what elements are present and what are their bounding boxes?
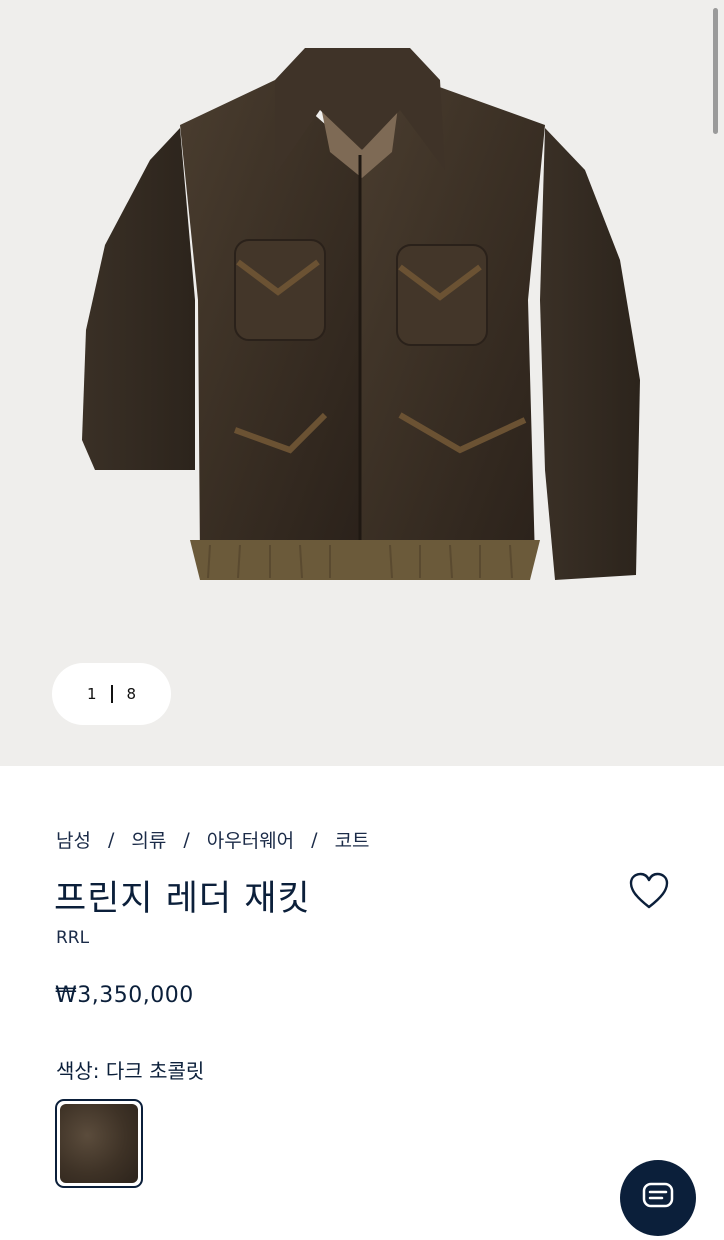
pager-current: 1 [86,685,97,703]
breadcrumb-item-coats[interactable]: 코트 [335,826,370,853]
breadcrumb: 남성 / 의류 / 아우터웨어 / 코트 [56,826,370,853]
swatch-leather-texture [60,1104,138,1183]
chat-button[interactable] [620,1160,696,1236]
product-image-gallery[interactable]: 1 8 [0,0,724,766]
color-swatch-dark-chocolate[interactable] [55,1099,143,1188]
breadcrumb-separator: / [107,828,115,851]
pager-total: 8 [126,685,137,703]
chat-icon [642,1182,674,1208]
breadcrumb-item-outerwear[interactable]: 아우터웨어 [207,826,294,853]
breadcrumb-separator: / [311,828,318,851]
color-name: 다크 초콜릿 [105,1059,205,1083]
pager-divider [110,685,113,703]
heart-outline-icon [629,872,669,909]
wishlist-button[interactable] [628,871,670,911]
breadcrumb-separator: / [183,828,190,851]
product-image[interactable] [0,0,724,766]
breadcrumb-item-men[interactable]: 남성 [56,826,91,853]
product-title: 프린지 레더 재킷 [54,879,311,919]
scrollbar[interactable] [713,8,718,134]
breadcrumb-item-clothing[interactable]: 의류 [131,826,166,853]
image-pager: 1 8 [52,663,171,725]
color-selection-label: 색상: 다크 초콜릿 [56,1055,204,1084]
color-label: 색상: [56,1059,100,1083]
product-price: ₩3,350,000 [55,983,194,1008]
product-brand[interactable]: RRL [56,928,89,948]
